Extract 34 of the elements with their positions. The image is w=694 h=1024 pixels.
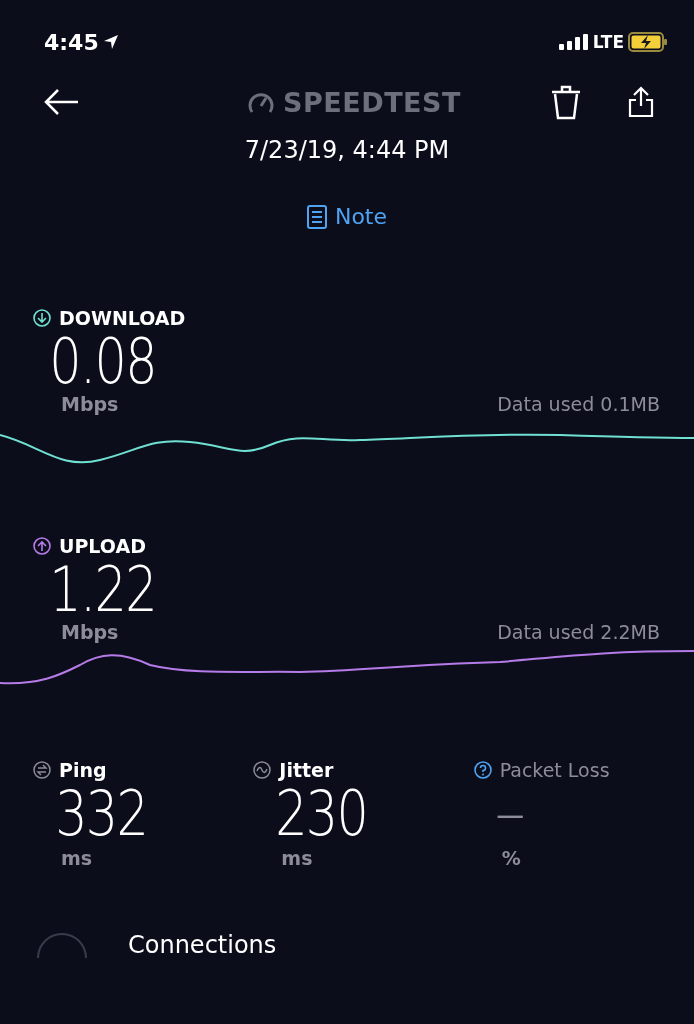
help-icon: [473, 761, 492, 779]
stat-value: 332: [54, 781, 148, 847]
stat-label: Packet Loss: [499, 759, 610, 781]
stat-unit: ms: [61, 847, 93, 869]
data-used: Data used 0.1MB: [497, 393, 660, 415]
location-arrow-icon: [102, 34, 119, 50]
status-time: 4:45: [44, 29, 99, 55]
speed-value: 1.22: [48, 557, 156, 623]
data-used: Data used 2.2MB: [497, 621, 660, 643]
stat-value: 230: [274, 781, 368, 847]
test-date: 7/23/19, 4:44 PM: [244, 136, 450, 164]
back-arrow-icon[interactable]: [44, 88, 80, 116]
app-logo-text: SPEEDTEST: [283, 86, 461, 118]
ping-icon: [33, 761, 51, 779]
stat-label: Ping: [59, 759, 107, 781]
note-button[interactable]: Note: [306, 204, 388, 229]
stat-value: —: [494, 793, 523, 836]
speed-label: DOWNLOAD: [59, 307, 186, 329]
stat-unit: ms: [281, 847, 313, 869]
connections-label: Connections: [128, 931, 277, 959]
signal-icon: [558, 34, 589, 50]
network-type: LTE: [592, 32, 624, 52]
trash-icon[interactable]: [550, 84, 582, 120]
speed-label: UPLOAD: [59, 535, 146, 557]
stat-label: Jitter: [279, 759, 334, 781]
wave-icon: [253, 761, 272, 779]
speed-value: 0.08: [48, 329, 156, 395]
share-icon[interactable]: [628, 86, 654, 118]
stat-unit: %: [501, 847, 521, 869]
speed-unit: Mbps: [61, 621, 119, 643]
connections-icon: [36, 932, 88, 958]
speed-unit: Mbps: [61, 393, 119, 415]
note-icon: [306, 204, 327, 229]
gauge-icon: [247, 90, 276, 114]
